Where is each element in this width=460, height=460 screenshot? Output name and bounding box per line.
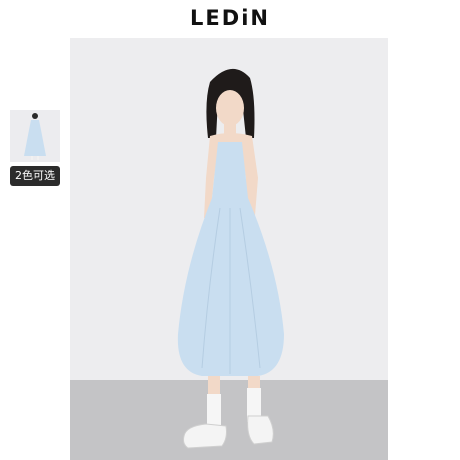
model-photo — [70, 38, 388, 460]
color-thumbnail[interactable] — [10, 110, 60, 162]
color-options-badge[interactable]: 2色可选 — [10, 166, 60, 186]
dress-thumbnail-image — [10, 110, 60, 162]
product-main-image[interactable] — [70, 38, 388, 460]
brand-logo: LEDiN — [190, 6, 270, 30]
